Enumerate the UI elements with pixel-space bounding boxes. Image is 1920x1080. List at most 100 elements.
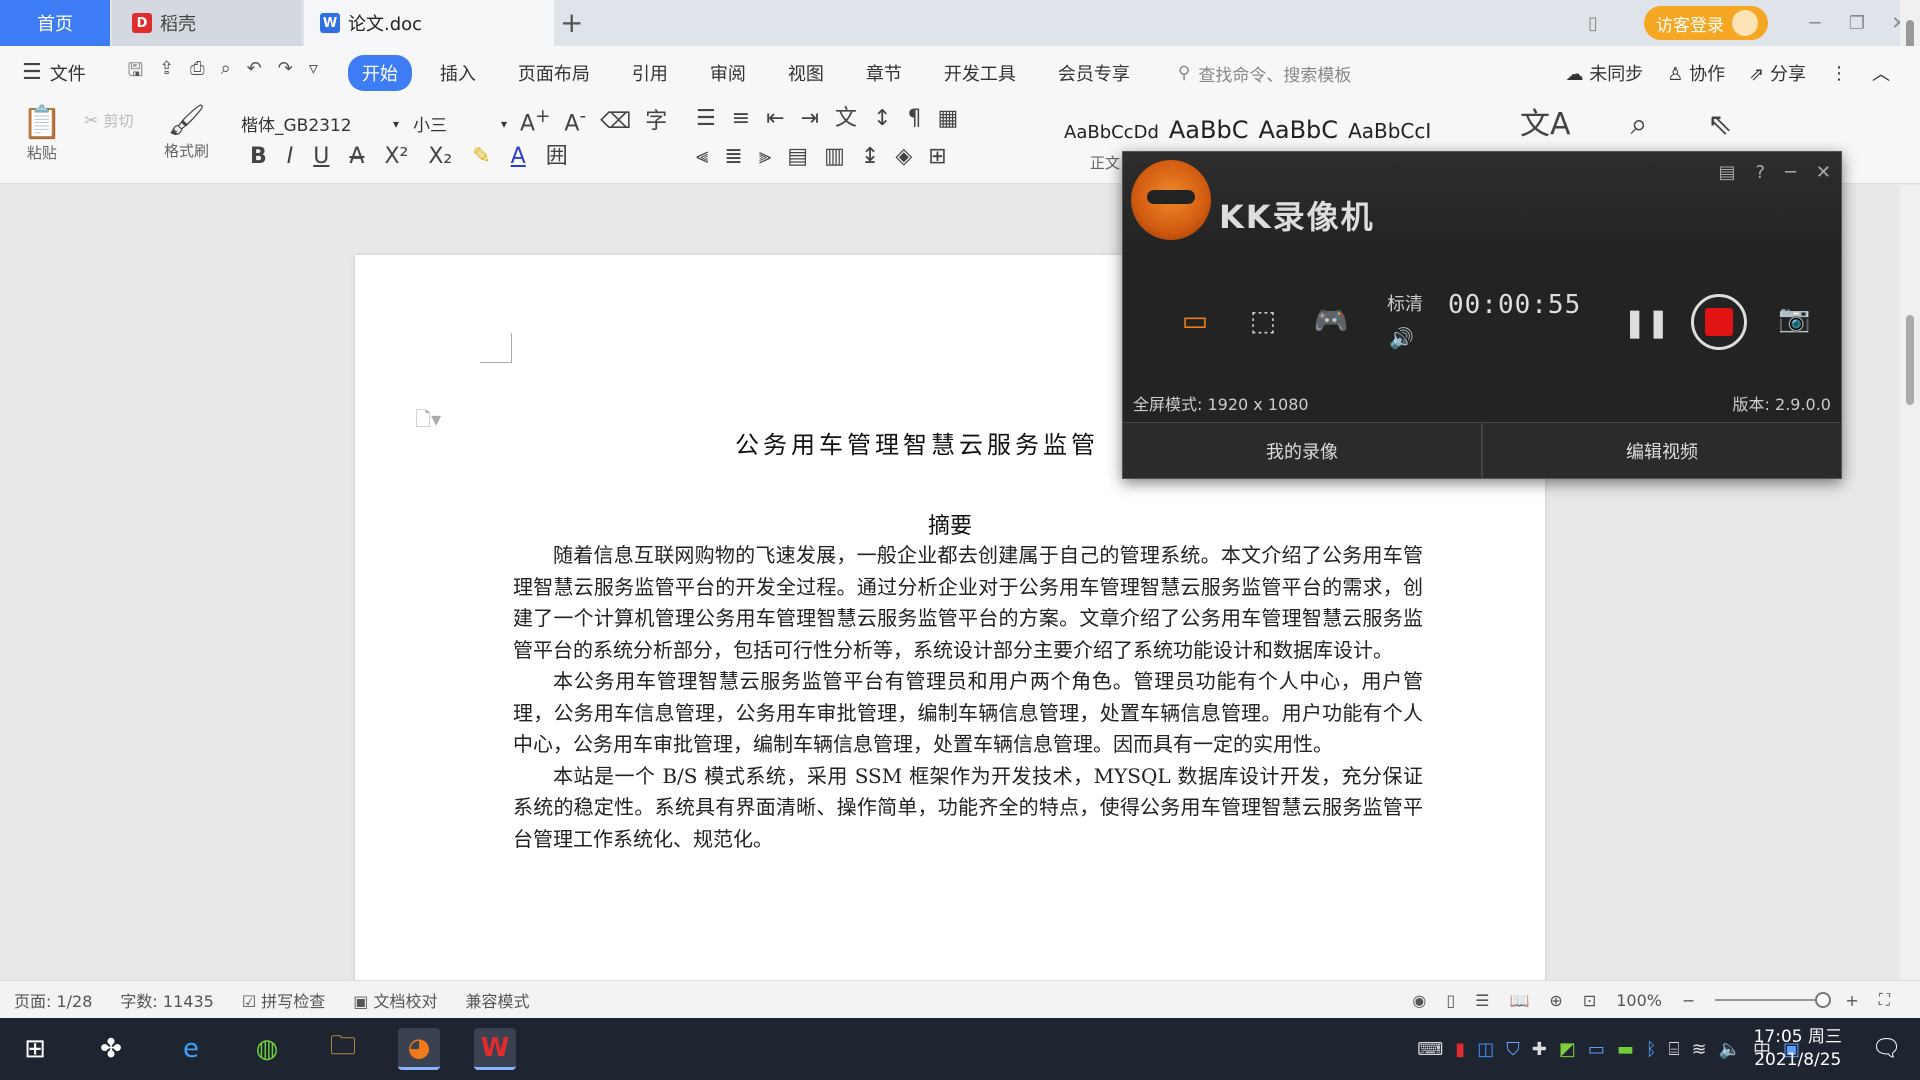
volume-icon[interactable]: 🔊 (1389, 326, 1414, 350)
tray-network-app-icon[interactable]: ◫ (1477, 1039, 1494, 1060)
share-button[interactable]: ⇗ 分享 (1749, 60, 1806, 86)
bluetooth-icon[interactable]: ᛒ (1646, 1039, 1657, 1060)
zoom-in-icon[interactable]: + (1845, 991, 1858, 1010)
page-options-icon[interactable]: 🗋▾ (415, 405, 441, 439)
bold-icon[interactable]: B (250, 146, 267, 168)
decrease-indent-icon[interactable]: ⇤ (766, 108, 784, 130)
file-menu[interactable]: ☰ 文件 (22, 60, 86, 86)
minimize-icon[interactable]: ─ (1794, 13, 1836, 34)
tab-view[interactable]: 视图 (774, 55, 838, 91)
tab-insert[interactable]: 插入 (426, 55, 490, 91)
superscript-icon[interactable]: X² (384, 146, 408, 168)
numbered-list-icon[interactable]: ≡ (732, 108, 750, 130)
kk-recorder-window[interactable]: KK录像机 ▤ ? ─ ✕ ▭ ⬚ 🎮 标清 🔊 00:00:55 ❚❚ 📷 全… (1122, 151, 1842, 479)
subscript-icon[interactable]: X₂ (428, 146, 452, 168)
command-search[interactable]: ⚲ 查找命令、搜索模板 (1178, 61, 1351, 86)
align-center-icon[interactable]: ≣ (724, 146, 742, 168)
distributed-icon[interactable]: ▥ (824, 146, 845, 168)
italic-icon[interactable]: I (287, 146, 294, 168)
stop-button[interactable] (1691, 294, 1747, 350)
align-right-icon[interactable]: ⫸ (759, 146, 771, 168)
print-preview-icon[interactable]: ⌕ (221, 58, 231, 88)
kk-recorder-taskbar-icon[interactable]: ◕ (398, 1028, 440, 1070)
browser-360-icon[interactable]: ◍ (246, 1028, 288, 1070)
cut-button[interactable]: ✂ 剪切 (84, 110, 134, 131)
windows-start-icon[interactable]: ⊞ (14, 1028, 56, 1070)
find-replace-icon[interactable]: ⌕ (1631, 110, 1648, 140)
system-clock[interactable]: 17:05 周三 2021/8/25 (1754, 1026, 1842, 1072)
kk-skin-icon[interactable]: ▤ (1718, 162, 1735, 183)
font-name-select[interactable]: 楷体_GB2312 ▾ (240, 110, 400, 137)
undo-icon[interactable]: ↶ (247, 58, 262, 88)
align-left-icon[interactable]: ⫷ (696, 146, 708, 168)
tray-battery-icon[interactable]: ▬ (1617, 1039, 1634, 1060)
app-fan-icon[interactable]: ✤ (90, 1028, 132, 1070)
tab-page-layout[interactable]: 页面布局 (504, 55, 604, 91)
restore-icon[interactable]: ❐ (1836, 13, 1878, 34)
outline-view-icon[interactable]: ☰ (1475, 991, 1489, 1010)
tab-member[interactable]: 会员专享 (1044, 55, 1144, 91)
window-layout-icon[interactable]: ▯ (1572, 13, 1614, 34)
font-color-icon[interactable]: A (511, 146, 526, 168)
strikethrough-icon[interactable]: A (349, 146, 364, 168)
justify-icon[interactable]: ▤ (787, 146, 808, 168)
tab-review[interactable]: 审阅 (696, 55, 760, 91)
chinese-layout-icon[interactable]: 文 (835, 108, 857, 130)
kk-minimize-icon[interactable]: ─ (1785, 162, 1796, 183)
ie-browser-icon[interactable]: e (170, 1028, 212, 1070)
fullscreen-mode-icon[interactable]: ▭ (1173, 304, 1217, 337)
sync-button[interactable]: ☁ 未同步 (1566, 60, 1644, 86)
game-mode-icon[interactable]: 🎮 (1309, 304, 1353, 337)
underline-icon[interactable]: U (313, 146, 329, 168)
font-size-select[interactable]: 小三 ▾ (412, 110, 508, 137)
web-view-icon[interactable]: ⊕ (1549, 991, 1562, 1010)
increase-indent-icon[interactable]: ⇥ (801, 108, 819, 130)
phonetic-icon[interactable]: 字 (645, 110, 667, 133)
speaker-icon[interactable]: 🔈 (1719, 1039, 1741, 1060)
style-heading-2[interactable]: AaBbC (1258, 116, 1338, 144)
paste-button[interactable]: 📋 粘贴 (22, 106, 62, 163)
highlight-icon[interactable]: ✎ (472, 146, 490, 168)
print-icon[interactable]: ⎙ (190, 58, 204, 88)
reading-view-icon[interactable]: 📖 (1510, 991, 1530, 1010)
shading-icon[interactable]: ◈ (895, 146, 912, 168)
fit-page-icon[interactable]: ⊡ (1583, 991, 1596, 1010)
tab-references[interactable]: 引用 (618, 55, 682, 91)
screenshot-camera-icon[interactable]: 📷 (1778, 304, 1810, 334)
customize-dropdown-icon[interactable]: ▿ (309, 58, 318, 88)
wifi-icon[interactable]: ≋ (1691, 1039, 1706, 1060)
abstract-body[interactable]: 随着信息互联网购物的飞速发展，一般企业都去创建属于自己的管理系统。本文介绍了公务… (513, 540, 1423, 855)
kk-help-icon[interactable]: ? (1756, 162, 1766, 183)
tray-tool-icon[interactable]: ✚ (1532, 1039, 1547, 1060)
vertical-scrollbar-thumb[interactable] (1906, 315, 1914, 405)
word-count[interactable]: 字数: 11435 (120, 988, 213, 1012)
wps-taskbar-icon[interactable]: W (474, 1028, 516, 1070)
redo-icon[interactable]: ↷ (278, 58, 293, 88)
collab-button[interactable]: ♙ 协作 (1667, 60, 1725, 86)
zoom-slider-knob[interactable] (1815, 992, 1832, 1008)
kk-close-icon[interactable]: ✕ (1816, 162, 1831, 183)
collapse-ribbon-icon[interactable]: ︿ (1872, 60, 1890, 86)
tab-start[interactable]: 开始 (347, 55, 412, 91)
shield-icon[interactable]: ⛉ (1506, 1039, 1520, 1060)
page-view-icon[interactable]: ▯ (1446, 991, 1455, 1010)
tab-daoke[interactable]: D 稻壳 (112, 0, 302, 46)
text-tools-icon[interactable]: 文A (1520, 110, 1571, 140)
format-painter-button[interactable]: 🖌 格式刷 (164, 106, 209, 161)
zoom-out-icon[interactable]: − (1682, 991, 1695, 1010)
region-mode-icon[interactable]: ⬚ (1241, 304, 1285, 337)
style-heading-3[interactable]: AaBbCcI (1348, 119, 1431, 143)
save-icon[interactable]: 🖫 (128, 58, 143, 88)
page-count[interactable]: 页面: 1/28 (14, 988, 92, 1012)
borders-icon[interactable]: ⊞ (928, 146, 946, 168)
zoom-slider[interactable] (1715, 992, 1832, 1008)
select-cursor-icon[interactable]: ⇖ (1707, 110, 1732, 140)
line-spacing-icon[interactable]: ↨ (861, 146, 879, 168)
quality-select[interactable]: 标清 (1387, 290, 1423, 316)
edit-video-button[interactable]: 编辑视频 (1481, 422, 1841, 478)
tray-window-icon[interactable]: ▭ (1588, 1039, 1605, 1060)
style-heading-1[interactable]: AaBbC (1169, 116, 1249, 144)
tab-home[interactable]: 首页 (0, 0, 110, 46)
notification-icon[interactable]: 🗨 (1872, 1034, 1902, 1062)
my-videos-button[interactable]: 我的录像 (1123, 422, 1481, 478)
